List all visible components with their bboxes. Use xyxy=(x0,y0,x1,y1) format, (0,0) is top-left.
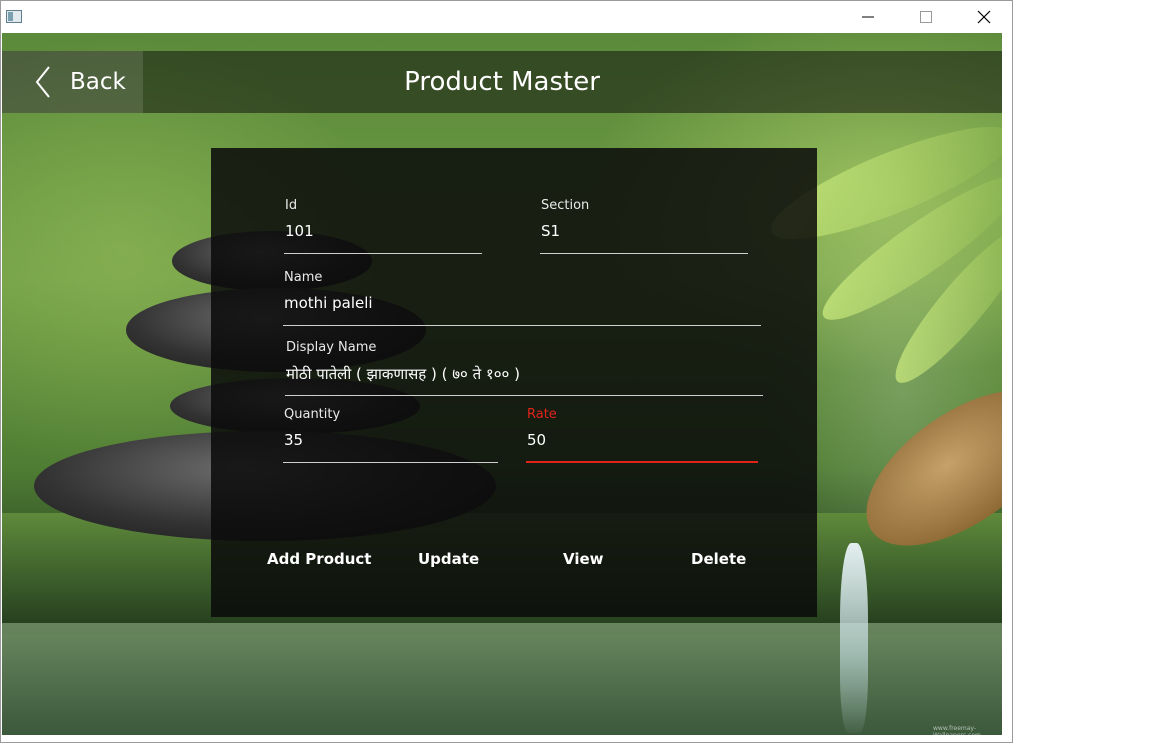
close-button[interactable] xyxy=(955,1,1012,33)
minimize-icon xyxy=(862,16,874,18)
section-label: Section xyxy=(541,198,590,213)
close-icon xyxy=(977,10,991,24)
quantity-input[interactable]: 35 xyxy=(284,431,498,449)
product-form: Id 101 Section S1 Name mothi paleli Disp… xyxy=(211,148,817,617)
name-field[interactable]: Name mothi paleli xyxy=(283,270,761,326)
rate-input[interactable]: 50 xyxy=(527,431,758,449)
quantity-label: Quantity xyxy=(284,407,341,422)
name-underline xyxy=(283,325,761,326)
name-label: Name xyxy=(284,270,323,285)
name-input[interactable]: mothi paleli xyxy=(284,294,761,312)
page-title: Product Master xyxy=(404,67,600,97)
chevron-left-icon xyxy=(35,66,50,98)
display-name-field[interactable]: Display Name मोठी पातेली ( झाकणासह ) ( ७… xyxy=(285,340,763,396)
app-window: Product Master Back Id 101 Section S1 Na… xyxy=(0,0,1013,743)
app-icon xyxy=(6,10,22,23)
rate-label: Rate xyxy=(527,407,557,422)
delete-button[interactable]: Delete xyxy=(691,550,746,568)
header-bar: Product Master Back xyxy=(2,51,1002,113)
maximize-button[interactable] xyxy=(897,1,955,33)
display-name-input[interactable]: मोठी पातेली ( झाकणासह ) ( ७० ते १०० ) xyxy=(286,364,763,384)
view-button[interactable]: View xyxy=(563,550,604,568)
water-stream xyxy=(840,543,868,733)
rate-underline xyxy=(526,461,758,463)
section-underline xyxy=(540,253,748,254)
maximize-icon xyxy=(920,11,932,23)
section-field[interactable]: Section S1 xyxy=(540,198,748,254)
display-name-label: Display Name xyxy=(286,340,377,355)
id-input[interactable]: 101 xyxy=(285,222,482,240)
minimize-button[interactable] xyxy=(839,1,897,33)
image-watermark: www.freemay-Wallpapers.com xyxy=(933,725,981,739)
id-label: Id xyxy=(285,198,298,213)
title-bar[interactable] xyxy=(1,1,1012,33)
back-button[interactable]: Back xyxy=(2,51,143,113)
quantity-underline xyxy=(283,462,498,463)
id-underline xyxy=(284,253,482,254)
rate-field[interactable]: Rate 50 xyxy=(526,407,758,463)
add-product-button[interactable]: Add Product xyxy=(267,550,371,568)
update-button[interactable]: Update xyxy=(418,550,479,568)
id-field[interactable]: Id 101 xyxy=(284,198,482,254)
section-input[interactable]: S1 xyxy=(541,222,748,240)
display-name-underline xyxy=(285,395,763,396)
quantity-field[interactable]: Quantity 35 xyxy=(283,407,498,463)
back-label: Back xyxy=(70,69,126,95)
